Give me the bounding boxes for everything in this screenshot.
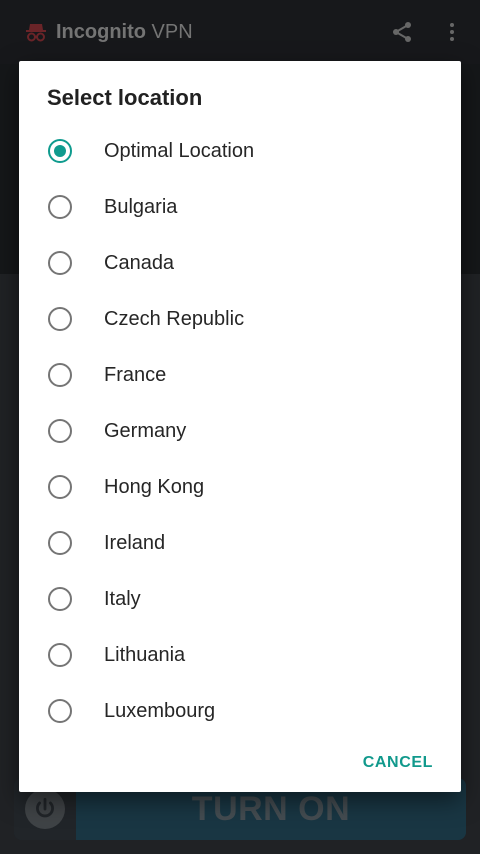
radio-button[interactable] <box>48 643 72 667</box>
option-label: Italy <box>104 587 141 610</box>
location-option-luxembourg[interactable]: Luxembourg <box>19 683 461 739</box>
dialog-title: Select location <box>47 85 203 110</box>
radio-button[interactable] <box>48 363 72 387</box>
radio-button-checked[interactable] <box>48 139 72 163</box>
location-option-czech-republic[interactable]: Czech Republic <box>19 291 461 347</box>
location-options-list: Optimal Location Bulgaria Canada Czech R… <box>19 123 461 739</box>
radio-button[interactable] <box>48 251 72 275</box>
radio-button[interactable] <box>48 307 72 331</box>
location-option-ireland[interactable]: Ireland <box>19 515 461 571</box>
option-label: Germany <box>104 419 187 442</box>
location-option-hong-kong[interactable]: Hong Kong <box>19 459 461 515</box>
option-label: Lithuania <box>104 643 186 666</box>
radio-dot <box>54 145 66 157</box>
radio-button[interactable] <box>48 419 72 443</box>
option-label: France <box>104 363 167 386</box>
option-label: Optimal Location <box>104 139 255 162</box>
location-option-italy[interactable]: Italy <box>19 571 461 627</box>
option-label: Ireland <box>104 531 166 554</box>
radio-button[interactable] <box>48 699 72 723</box>
option-label: Czech Republic <box>104 307 245 330</box>
location-option-france[interactable]: France <box>19 347 461 403</box>
option-label: Canada <box>104 251 175 274</box>
location-option-optimal[interactable]: Optimal Location <box>19 123 461 179</box>
cancel-button[interactable]: CANCEL <box>363 754 433 772</box>
radio-button[interactable] <box>48 195 72 219</box>
location-option-canada[interactable]: Canada <box>19 235 461 291</box>
option-label: Bulgaria <box>104 195 178 218</box>
location-option-germany[interactable]: Germany <box>19 403 461 459</box>
radio-button[interactable] <box>48 587 72 611</box>
location-option-bulgaria[interactable]: Bulgaria <box>19 179 461 235</box>
radio-button[interactable] <box>48 475 72 499</box>
location-option-lithuania[interactable]: Lithuania <box>19 627 461 683</box>
select-location-dialog: Select location Optimal Location Bulgari… <box>19 61 461 792</box>
option-label: Hong Kong <box>104 475 205 498</box>
option-label: Luxembourg <box>104 699 216 722</box>
radio-button[interactable] <box>48 531 72 555</box>
